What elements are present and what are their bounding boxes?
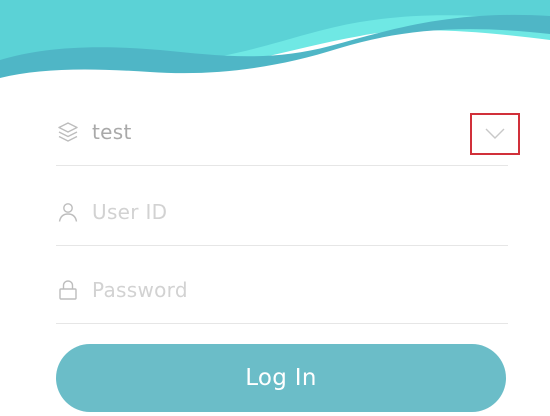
password-placeholder: Password — [92, 278, 188, 302]
lock-icon — [56, 278, 80, 302]
user-id-field[interactable]: User ID — [56, 184, 508, 246]
database-select-row[interactable]: test — [56, 104, 520, 166]
header-wave — [0, 0, 550, 78]
login-button[interactable]: Log In — [56, 344, 506, 412]
password-field[interactable]: Password — [56, 262, 508, 324]
chevron-down-icon — [485, 128, 505, 139]
database-dropdown-button[interactable] — [470, 113, 520, 155]
layers-icon — [56, 120, 80, 144]
user-icon — [56, 200, 80, 224]
database-value: test — [92, 120, 132, 144]
user-id-placeholder: User ID — [92, 200, 168, 224]
